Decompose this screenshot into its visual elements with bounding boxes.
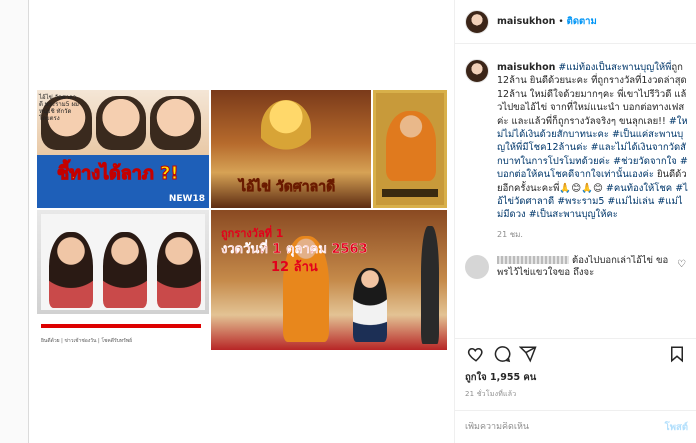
- video-screen: [41, 214, 205, 310]
- comment-icon[interactable]: [489, 341, 515, 367]
- post-sidebar: maisukhon • ติดตาม maisukhon #แม่ท้องเป็…: [454, 0, 696, 443]
- portrait-plate: [382, 189, 438, 197]
- avatar[interactable]: [465, 9, 489, 34]
- monk-figure: [386, 111, 436, 181]
- caption-row: maisukhon #แม่ท้องเป็นสะพานบุญให้พี่ถูก1…: [465, 59, 688, 222]
- blurred-username[interactable]: [497, 256, 569, 265]
- bookmark-icon[interactable]: [664, 341, 690, 367]
- comment-text: ต้องไปบอกเล่าไอ้ไข่ ขอพรไว้ไข่แขวใจขอ ถึ…: [497, 255, 673, 279]
- channel-logo: NEW18: [168, 194, 205, 204]
- video-info-bar: [37, 314, 209, 350]
- add-comment-bar: โพสต์: [455, 410, 696, 443]
- collage-panel-news: ไอ้ไข่ วัดศาลาดี พระราม5 ผมหนุ่ยชิ ทักวั…: [37, 90, 209, 208]
- collage-panel-shrine: ไอ้ไข่ วัดศาลาดี: [211, 90, 371, 208]
- shrine-caption: ไอ้ไข่ วัดศาลาดี: [239, 179, 336, 196]
- winner-text-3: 12 ล้าน: [271, 260, 318, 275]
- person-figure: [103, 232, 147, 308]
- collage-panel-video: ยินดีด้วย | ข่าวเช้าช่องวัน | โชคดีรับทร…: [37, 210, 209, 350]
- hashtag-link[interactable]: #แม่ไม่เล่น: [607, 196, 654, 207]
- caption-body: #แม่ท้องเป็นสะพานบุญให้พี่ถูก12ล้าน ยินด…: [497, 62, 688, 220]
- posted-time: 21 ชั่วโมงที่แล้ว: [465, 390, 517, 398]
- post-header: maisukhon • ติดตาม: [455, 0, 696, 44]
- video-caption: ยินดีด้วย | ข่าวเช้าช่องวัน | โชคดีรับทร…: [41, 338, 133, 344]
- girl-figure: [353, 268, 387, 342]
- news-headline: ชี้ทางได้ลาภ ?!: [57, 163, 180, 185]
- post-button[interactable]: โพสต์: [665, 420, 688, 435]
- buddha-statue: [261, 100, 311, 156]
- separator-dot: •: [558, 16, 564, 27]
- follow-button[interactable]: ติดตาม: [567, 14, 597, 29]
- caption-username[interactable]: maisukhon: [497, 62, 555, 73]
- hashtag-link[interactable]: #แม่ท้องเป็นสะพานบุญให้พี่: [558, 62, 671, 73]
- news-small-text: ไอ้ไข่ วัดศาลาดี พระราม5 ผมหนุ่ยชิ ทักวั…: [39, 94, 79, 122]
- share-icon[interactable]: [515, 341, 541, 367]
- person-figure: [49, 232, 93, 308]
- likes-count[interactable]: ถูกใจ 1,955 คน: [465, 370, 536, 385]
- hashtag-link[interactable]: #คนท้องให้โชค: [606, 183, 672, 194]
- caption-text: maisukhon #แม่ท้องเป็นสะพานบุญให้พี่ถูก1…: [497, 61, 688, 222]
- collage-panel-winner: ถูกรางวัลที่ 1 งวดวันที่ 1 ตุลาคม 2563 1…: [211, 210, 447, 350]
- hashtag-link[interactable]: #เป็นสะพานบุญให้คะ: [529, 209, 618, 220]
- header-username[interactable]: maisukhon: [497, 16, 555, 27]
- video-progress: [41, 324, 201, 328]
- caption-time: 21 ชม.: [497, 229, 523, 239]
- face-photo: [150, 96, 202, 150]
- avatar[interactable]: [465, 254, 489, 279]
- hashtag-link[interactable]: #ช่วยวัดจากใจ: [613, 156, 677, 167]
- comments-list[interactable]: maisukhon #แม่ท้องเป็นสะพานบุญให้พี่ถูก1…: [455, 45, 696, 332]
- comment-input[interactable]: [465, 422, 665, 432]
- face-photo: [95, 96, 147, 150]
- hashtag-link[interactable]: #พระราม5: [557, 196, 604, 207]
- person-figure: [157, 232, 201, 308]
- comment-row: ต้องไปบอกเล่าไอ้ไข่ ขอพรไว้ไข่แขวใจขอ ถึ…: [465, 254, 688, 279]
- collage-image: ไอ้ไข่ วัดศาลาดี พระราม5 ผมหนุ่ยชิ ทักวั…: [37, 78, 447, 360]
- post-dialog: ไอ้ไข่ วัดศาลาดี พระราม5 ผมหนุ่ยชิ ทักวั…: [28, 0, 696, 443]
- statue-figure: [421, 226, 439, 344]
- collage-panel-monk-portrait: [373, 90, 447, 208]
- heart-icon[interactable]: [463, 341, 489, 367]
- like-comment-icon[interactable]: ♡: [677, 259, 686, 270]
- post-media[interactable]: ไอ้ไข่ วัดศาลาดี พระราม5 ผมหนุ่ยชิ ทักวั…: [29, 0, 454, 443]
- action-bar: [455, 338, 696, 368]
- avatar[interactable]: [465, 59, 489, 83]
